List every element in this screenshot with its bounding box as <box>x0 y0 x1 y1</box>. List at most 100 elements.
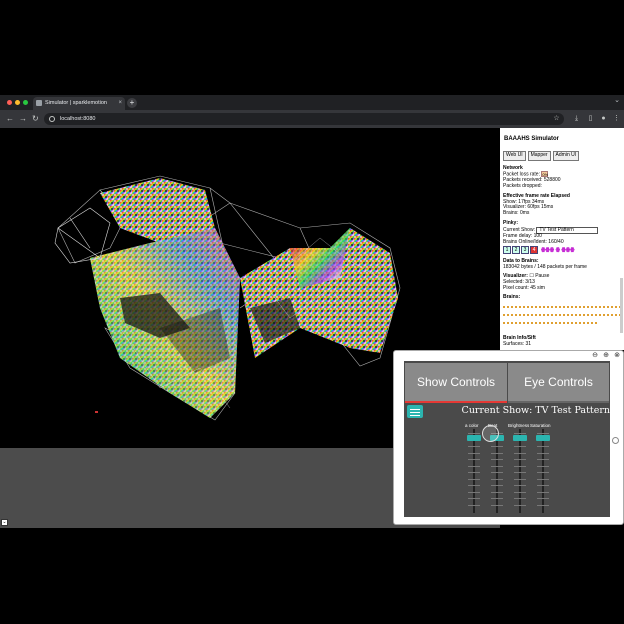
current-show-label: Current Show: <box>503 226 535 233</box>
slider-label-saturation: Saturation <box>530 423 551 428</box>
brain-info-value: Surfaces: 31 <box>503 341 532 347</box>
slider-tick <box>491 452 503 454</box>
slider-tick <box>514 452 526 454</box>
slider-rail <box>542 429 544 513</box>
slider-tick <box>491 472 503 473</box>
slider-tick <box>537 452 549 454</box>
pinky-button-3[interactable]: 3 <box>521 245 529 254</box>
minimize-window-dot[interactable] <box>15 100 20 105</box>
packets-dropped: Packets dropped: <box>503 183 542 190</box>
eye-controls-button[interactable]: Eye Controls <box>508 363 609 403</box>
pause-label: Pause <box>535 273 550 280</box>
slider-thumb[interactable] <box>513 435 527 442</box>
show-controls-button[interactable]: Show Controls <box>405 363 507 403</box>
pinky-button-2[interactable]: 2 <box>512 245 520 254</box>
pinky-button-4[interactable]: 4 <box>530 245 538 254</box>
slider-tick <box>468 485 480 486</box>
pinky-button-1[interactable]: 1 <box>503 245 511 254</box>
tab-web-ui[interactable]: Web UI <box>503 150 526 161</box>
slider-rail <box>519 429 521 513</box>
saturation-slider[interactable] <box>536 429 550 513</box>
slider-tick <box>537 446 549 447</box>
tab-mapper[interactable]: Mapper <box>527 150 551 161</box>
browser-tab[interactable]: Simulator | sparklemotion × <box>33 97 125 110</box>
sidebar-icon[interactable]: ▯ <box>586 113 595 125</box>
frame-brains-row: Brains: 0ms <box>503 210 530 217</box>
panel-scrollbar[interactable] <box>620 278 623 338</box>
tab-search-chevron-icon[interactable]: ⌄ <box>614 96 620 104</box>
slider-tick <box>468 446 480 447</box>
data-to-brains-value: 183042 bytes / 148 packets per frame <box>503 263 587 270</box>
color-slider[interactable] <box>467 429 481 513</box>
slider-tick <box>491 504 503 506</box>
current-show-select[interactable]: TV Test Pattern <box>536 226 599 235</box>
slider-tick <box>537 485 549 486</box>
tab-favicon-icon <box>36 100 42 106</box>
slider-tick <box>468 478 480 480</box>
slider-tick <box>514 472 526 473</box>
slider-tick <box>537 433 549 434</box>
close-window-dot[interactable] <box>7 100 12 105</box>
slider-tick <box>514 504 526 506</box>
slider-tick <box>491 478 503 480</box>
slider-tick <box>537 472 549 473</box>
back-arrow-icon[interactable]: ← <box>6 110 14 128</box>
zoom-out-icon[interactable]: ⊖ <box>591 352 599 360</box>
slider-thumb[interactable] <box>536 435 550 442</box>
slider-tick <box>468 452 480 454</box>
slider-tick <box>468 491 480 493</box>
slider-tick <box>468 465 480 467</box>
tab-admin-ui[interactable]: Admin UI <box>552 150 580 161</box>
pinky-glyphs: ꙮꙮꙮ ꙮ ꙮꙮꙮ <box>541 246 575 253</box>
profile-icon[interactable]: ● <box>599 113 608 125</box>
forward-arrow-icon[interactable]: → <box>19 110 27 128</box>
slider-tick <box>514 478 526 480</box>
pointer-touch-indicator <box>482 425 499 442</box>
brain-status-dots <box>503 318 598 325</box>
slider-tick <box>537 491 549 493</box>
download-icon[interactable]: ⤓ <box>572 113 581 125</box>
close-popup-icon[interactable]: ⊗ <box>613 352 621 360</box>
slider-tick <box>514 465 526 467</box>
slider-tick <box>537 498 549 499</box>
tab-title: Simulator | sparklemotion <box>45 100 107 106</box>
maximize-window-dot[interactable] <box>23 100 28 105</box>
slider-tick <box>468 459 480 460</box>
brains-heading: Brains: <box>503 293 521 300</box>
slider-label-brightness: Brightness <box>508 423 530 428</box>
resize-handle[interactable] <box>612 437 619 444</box>
slider-label-color: a color <box>465 423 479 428</box>
simulator-panel: BAAAHS Simulator Web UI Mapper Admin UI … <box>500 128 624 350</box>
browser-menu-icon[interactable]: ⋮ <box>612 113 621 125</box>
slider-tick <box>514 433 526 434</box>
slider-tick <box>537 504 549 506</box>
new-tab-button[interactable]: + <box>127 98 137 108</box>
slider-tick <box>468 472 480 473</box>
slider-tick <box>491 485 503 486</box>
collapse-chevron-icon[interactable]: ⌄ <box>1 519 8 526</box>
brightness-slider[interactable] <box>513 429 527 513</box>
slider-tick <box>491 465 503 467</box>
bookmark-star-icon[interactable]: ☆ <box>552 113 561 125</box>
panel-title: BAAAHS Simulator <box>504 136 560 142</box>
slider-tick <box>514 491 526 493</box>
tab-close-icon[interactable]: × <box>118 97 122 110</box>
slider-tick <box>468 504 480 506</box>
panel-tabs: Web UI Mapper Admin UI <box>503 150 621 161</box>
slider-tick <box>514 459 526 460</box>
slider-rail <box>496 429 498 513</box>
reload-icon[interactable]: ↻ <box>32 110 39 128</box>
site-info-icon[interactable] <box>49 116 55 122</box>
slider-thumb[interactable] <box>467 435 481 442</box>
zoom-in-icon[interactable]: ⊕ <box>602 352 610 360</box>
slider-tick <box>491 498 503 499</box>
slider-tick <box>491 491 503 493</box>
slider-tick <box>468 433 480 434</box>
slider-tick <box>514 498 526 499</box>
slider-tick <box>514 485 526 486</box>
current-show-title: Current Show: TV Test Pattern <box>461 405 610 416</box>
address-bar[interactable]: localhost:8080 <box>44 113 564 125</box>
visualizer-pixel-count: Pixel count: 45 sim <box>503 284 545 291</box>
show-list-icon[interactable] <box>407 405 423 418</box>
brain-status-dots <box>503 302 621 309</box>
